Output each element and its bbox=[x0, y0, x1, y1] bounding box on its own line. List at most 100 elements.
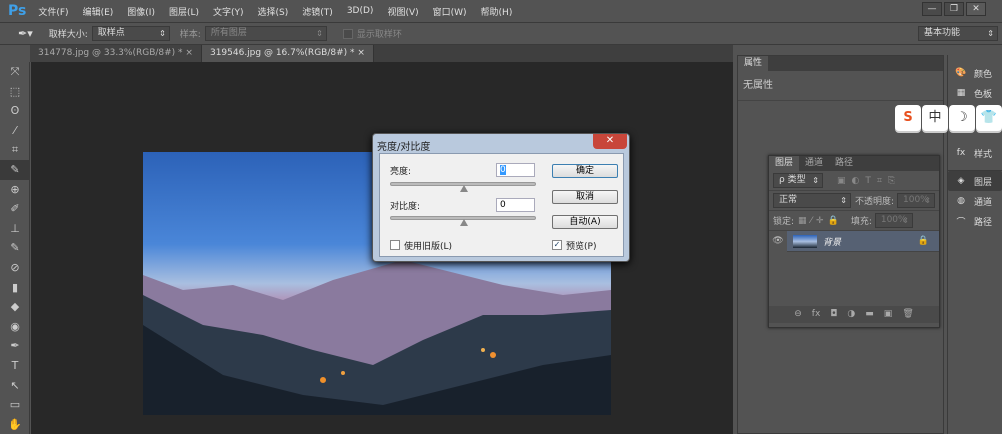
paths-icon: ⌒ bbox=[956, 217, 966, 228]
properties-content: 无属性 bbox=[738, 71, 943, 101]
tab-label: 314778.jpg @ 33.3%(RGB/8#) * bbox=[38, 48, 183, 58]
tab-314778[interactable]: 314778.jpg @ 33.3%(RGB/8#) * × bbox=[30, 45, 202, 62]
tool-9-icon[interactable]: ✎ bbox=[0, 238, 30, 258]
moon-icon[interactable]: ☽ bbox=[949, 105, 975, 131]
menu-image[interactable]: 图像(I) bbox=[127, 5, 155, 18]
auto-button[interactable]: 自动(A) bbox=[552, 215, 618, 229]
sogou-logo-icon[interactable]: S bbox=[895, 105, 921, 131]
tool-14-icon[interactable]: ✒ bbox=[0, 336, 30, 356]
minimize-button[interactable]: — bbox=[922, 2, 942, 16]
contrast-slider-thumb[interactable] bbox=[460, 219, 468, 226]
legacy-checkbox[interactable] bbox=[390, 240, 400, 250]
new-layer-icon[interactable]: ▣ bbox=[884, 306, 893, 323]
tool-2-icon[interactable]: ʘ bbox=[0, 101, 30, 121]
dock-swatches[interactable]: ▦ 色板 bbox=[948, 83, 1002, 103]
tab-properties[interactable]: 属性 bbox=[738, 56, 769, 71]
preview-checkbox[interactable]: ✓ bbox=[552, 240, 562, 250]
tool-4-icon[interactable]: ⌗ bbox=[0, 140, 30, 160]
dock-channels[interactable]: ◍ 通道 bbox=[948, 191, 1002, 211]
eyedropper-icon[interactable]: ✒▾ bbox=[18, 27, 33, 40]
layer-row-background[interactable]: 👁 背景 🔒 bbox=[769, 230, 939, 252]
swatches-icon: ▦ bbox=[956, 88, 966, 98]
fx-icon[interactable]: fx bbox=[812, 306, 821, 323]
brightness-input[interactable]: 0 bbox=[496, 163, 535, 177]
workspace-select[interactable]: 基本功能 bbox=[918, 26, 998, 41]
ime-chinese-mode[interactable]: 中 bbox=[922, 105, 948, 131]
mask-icon[interactable]: ◘ bbox=[830, 306, 837, 323]
lock-icons[interactable]: ▦⁄✛🔒 bbox=[798, 216, 843, 226]
tool-10-icon[interactable]: ⊘ bbox=[0, 258, 30, 278]
link-layers-icon[interactable]: ⊖ bbox=[794, 306, 802, 323]
ok-button[interactable]: 确定 bbox=[552, 164, 618, 178]
tool-17-icon[interactable]: ▭ bbox=[0, 395, 30, 415]
group-folder-icon[interactable]: ▬ bbox=[865, 306, 874, 323]
menu-filter[interactable]: 滤镜(T) bbox=[302, 5, 333, 18]
menu-help[interactable]: 帮助(H) bbox=[481, 5, 513, 18]
fill-input[interactable]: 100% bbox=[874, 213, 913, 228]
tool-1-icon[interactable]: ⬚ bbox=[0, 82, 30, 102]
dock-label: 图层 bbox=[974, 177, 993, 188]
menu-select[interactable]: 选择(S) bbox=[258, 5, 289, 18]
dock-styles[interactable]: fx 样式 bbox=[948, 143, 1002, 163]
dialog-close-button[interactable]: ✕ bbox=[593, 134, 627, 149]
tool-5-icon[interactable]: ✎ bbox=[0, 159, 30, 180]
dialog-title: 亮度/对比度 bbox=[377, 142, 431, 153]
shirt-skin-icon[interactable]: 👕 bbox=[976, 105, 1002, 131]
show-ring-label: 显示取样环 bbox=[356, 30, 402, 40]
layer-filter-select[interactable]: ρ 类型 bbox=[773, 173, 823, 188]
dock-paths[interactable]: ⌒ 路径 bbox=[948, 211, 1002, 231]
tab-channels[interactable]: 通道 bbox=[799, 156, 829, 171]
trash-icon[interactable]: 🗑 bbox=[902, 306, 913, 323]
brightness-slider-thumb[interactable] bbox=[460, 185, 468, 192]
dock-label: 色板 bbox=[974, 89, 993, 100]
menu-layer[interactable]: 图层(L) bbox=[169, 5, 199, 18]
tab-close-icon[interactable]: × bbox=[357, 48, 365, 58]
adjustment-icon[interactable]: ◑ bbox=[847, 306, 855, 323]
sample-size-select[interactable]: 取样点 bbox=[91, 26, 170, 41]
tool-6-icon[interactable]: ⊕ bbox=[0, 180, 30, 200]
dock-label: 通道 bbox=[974, 197, 993, 208]
tool-16-icon[interactable]: ↖ bbox=[0, 376, 30, 396]
tool-8-icon[interactable]: ⊥ bbox=[0, 219, 30, 239]
filter-icons[interactable]: ▣◐T⌗⎘ bbox=[837, 176, 901, 186]
tab-layers[interactable]: 图层 bbox=[769, 156, 800, 171]
tab-close-icon[interactable]: × bbox=[185, 48, 193, 58]
contrast-input[interactable]: 0 bbox=[496, 198, 535, 212]
restore-button[interactable]: ❐ bbox=[944, 2, 964, 16]
tool-0-icon[interactable]: ⤧ bbox=[0, 62, 30, 82]
palette-icon: 🎨 bbox=[955, 68, 967, 78]
lock-icon: 🔒 bbox=[917, 236, 929, 246]
mountain-image bbox=[143, 260, 611, 415]
close-button[interactable]: ✕ bbox=[966, 2, 986, 16]
menu-window[interactable]: 窗口(W) bbox=[433, 5, 467, 18]
tool-7-icon[interactable]: ✐ bbox=[0, 199, 30, 219]
tool-3-icon[interactable]: ⁄ bbox=[0, 121, 30, 141]
menu-edit[interactable]: 编辑(E) bbox=[83, 5, 114, 18]
dock-layers[interactable]: ◈ 图层 bbox=[948, 171, 1002, 191]
opacity-input[interactable]: 100% bbox=[897, 193, 935, 208]
tab-319546[interactable]: 319546.jpg @ 16.7%(RGB/8#) * × bbox=[201, 45, 374, 62]
tool-12-icon[interactable]: ◆ bbox=[0, 297, 30, 317]
tool-15-icon[interactable]: T bbox=[0, 356, 30, 376]
layer-thumbnail bbox=[793, 234, 817, 248]
cancel-button[interactable]: 取消 bbox=[552, 190, 618, 204]
visibility-eye-icon[interactable]: 👁 bbox=[769, 230, 787, 252]
tool-18-icon[interactable]: ✋ bbox=[0, 415, 30, 434]
dock-label: 颜色 bbox=[974, 69, 993, 80]
menu-type[interactable]: 文字(Y) bbox=[213, 5, 244, 18]
show-ring-checkbox[interactable] bbox=[342, 28, 353, 39]
sample-select[interactable]: 所有图层 bbox=[204, 26, 327, 41]
menu-file[interactable]: 文件(F) bbox=[38, 5, 68, 18]
dialog-body: 亮度: 0 对比度: 0 使用旧版(L) 确定 取消 自动(A) ✓ 预览(P) bbox=[379, 153, 624, 257]
menu-3d[interactable]: 3D(D) bbox=[347, 6, 374, 16]
channels-icon: ◍ bbox=[957, 196, 965, 206]
dock-color[interactable]: 🎨 颜色 bbox=[948, 63, 1002, 83]
document-tabs: 314778.jpg @ 33.3%(RGB/8#) * × 319546.jp… bbox=[30, 45, 733, 62]
tool-11-icon[interactable]: ▮ bbox=[0, 278, 30, 298]
layers-icon: ◈ bbox=[957, 176, 965, 186]
sample-size-label: 取样大小: bbox=[48, 30, 88, 40]
menu-view[interactable]: 视图(V) bbox=[387, 5, 418, 18]
tool-13-icon[interactable]: ◉ bbox=[0, 317, 30, 337]
blend-mode-select[interactable]: 正常 bbox=[773, 193, 851, 208]
tab-paths[interactable]: 路径 bbox=[829, 156, 859, 171]
